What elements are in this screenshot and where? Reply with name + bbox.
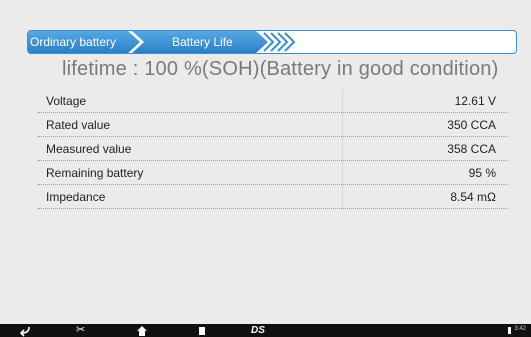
row-label: Measured value <box>46 142 132 156</box>
row-value: 350 CCA <box>447 118 496 132</box>
clock: 3:42 <box>514 326 526 332</box>
signal-icon <box>508 327 511 334</box>
scissors-icon[interactable]: ✂ <box>76 324 85 337</box>
row-label: Voltage <box>46 94 87 108</box>
back-icon[interactable] <box>18 324 32 337</box>
status-area <box>0 0 531 13</box>
battery-info-table: Voltage 12.61 V Rated value 350 CCA Meas… <box>38 89 508 209</box>
lifetime-headline: lifetime : 100 %(SOH)(Battery in good co… <box>62 58 499 80</box>
chevrons-icon <box>263 32 296 52</box>
breadcrumb-label: Battery Life <box>172 35 233 49</box>
breadcrumb-label: Ordinary battery <box>30 35 117 49</box>
android-nav-bar: ✂ DS 3:42 <box>0 324 531 337</box>
row-label: Impedance <box>46 190 106 204</box>
breadcrumb: Ordinary battery Battery Life <box>27 30 517 54</box>
breadcrumb-item-battery-life[interactable]: Battery Life <box>132 31 268 53</box>
table-row: Voltage 12.61 V <box>38 89 508 113</box>
column-divider <box>342 89 343 210</box>
table-row: Measured value 358 CCA <box>38 137 508 161</box>
home-icon[interactable] <box>136 324 148 337</box>
row-value: 358 CCA <box>447 142 496 156</box>
table-row: Rated value 350 CCA <box>38 113 508 137</box>
ds-logo-icon[interactable]: DS <box>251 324 265 337</box>
row-value: 8.54 mΩ <box>450 190 496 204</box>
row-value: 12.61 V <box>454 94 496 108</box>
breadcrumb-item-ordinary-battery[interactable]: Ordinary battery <box>28 31 140 53</box>
table-row: Remaining battery 95 % <box>38 161 508 185</box>
row-value: 95 % <box>468 166 496 180</box>
table-row: Impedance 8.54 mΩ <box>38 185 508 209</box>
row-label: Rated value <box>46 118 111 132</box>
recents-icon[interactable] <box>197 324 207 337</box>
row-label: Remaining battery <box>46 166 144 180</box>
